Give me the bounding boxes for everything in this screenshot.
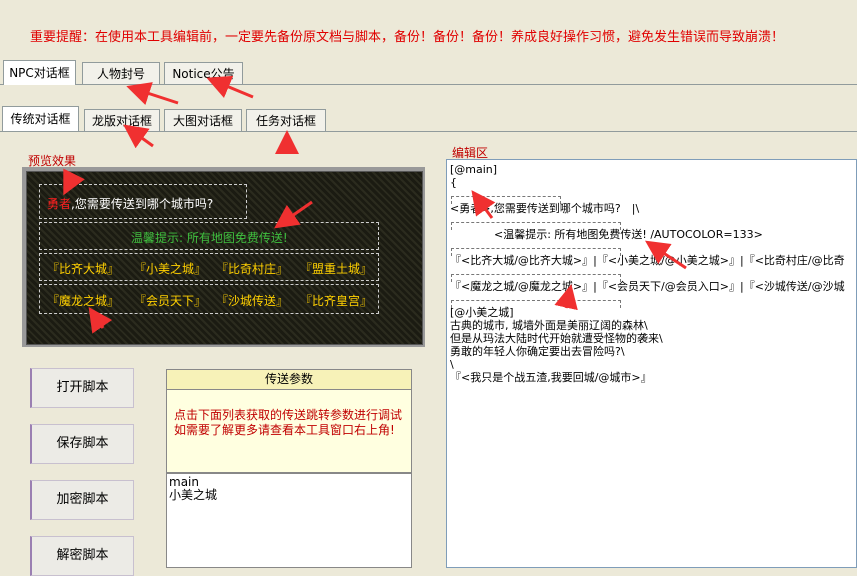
editor-line: 古典的城市, 城墙外面是美丽辽阔的森林\ <box>450 319 648 332</box>
editor-line: 『<比齐大城/@比齐大城>』|『<小美之城/@小美之城>』|『<比奇村庄/@比奇 <box>450 254 845 267</box>
editor-line: \ <box>450 358 454 371</box>
arrow <box>126 82 179 105</box>
editor-line: [@main] <box>450 163 498 176</box>
editor-line: <温馨提示: 所有地图免费传送! /AUTOCOLOR=133> <box>450 228 763 241</box>
preview-city-button[interactable]: 『比齐大城』 <box>47 260 119 277</box>
preview-city-button[interactable]: 『魔龙之城』 <box>47 292 119 309</box>
teleport-params-hint: 点击下面列表获取的传送跳转参数进行调试 如需要了解更多请查看本工具窗口右上角! <box>174 408 475 437</box>
encrypt-script-button[interactable]: 加密脚本 <box>30 480 134 520</box>
editor-line: <勇者>,您需要传送到哪个城市吗? |\ <box>450 202 640 215</box>
tab-quest-dialog[interactable]: 任务对话框 <box>246 109 326 131</box>
teleport-params-panel: 传送参数 点击下面列表获取的传送跳转参数进行调试 如需要了解更多请查看本工具窗口… <box>166 369 475 473</box>
list-item[interactable]: 小美之城 <box>169 489 217 502</box>
editor-line: 『<我只是个战五渣,我要回城/@城市>』 <box>450 371 652 384</box>
editor-line: 『<魔龙之城/@魔龙之城>』|『<会员天下/@会员入口>』|『<沙城传送/@沙城 <box>450 280 845 293</box>
preview-city-button[interactable]: 『小美之城』 <box>134 260 206 277</box>
tab-dragon-dialog[interactable]: 龙版对话框 <box>84 109 160 131</box>
warning-banner: 重要提醒：在使用本工具编辑前，一定要先备份原文档与脚本，备份！备份！备份！养成良… <box>30 30 785 45</box>
save-script-button[interactable]: 保存脚本 <box>30 424 134 464</box>
preview-panel: 勇者,您需要传送到哪个城市吗? 温馨提示: 所有地图免费传送! 『比齐大城』 『… <box>26 171 423 345</box>
greeting-text: ,您需要传送到哪个城市吗? <box>71 197 214 211</box>
preview-city-button[interactable]: 『沙城传送』 <box>216 292 288 309</box>
editor-line: { <box>450 176 457 189</box>
tab-classic-dialog[interactable]: 传统对话框 <box>2 106 79 131</box>
preview-city-button[interactable]: 『会员天下』 <box>134 292 206 309</box>
open-script-button[interactable]: 打开脚本 <box>30 368 134 408</box>
editor-line: [@小美之城] <box>450 306 514 319</box>
preview-city-button[interactable]: 『比齐皇宫』 <box>300 292 372 309</box>
tab-npc-dialog[interactable]: NPC对话框 <box>3 60 76 85</box>
tab-character-title[interactable]: 人物封号 <box>82 62 160 84</box>
preview-hint: 温馨提示: 所有地图免费传送! <box>131 231 288 245</box>
teleport-params-title: 传送参数 <box>167 370 411 390</box>
teleport-params-list[interactable]: main 小美之城 <box>166 473 412 568</box>
greeting-line: 勇者,您需要传送到哪个城市吗? <box>47 195 213 212</box>
preview-city-button[interactable]: 『盟重土城』 <box>300 260 372 277</box>
script-editor[interactable]: [@main]{ <勇者>,您需要传送到哪个城市吗? |\ <温馨提示: 所有地图… <box>446 159 857 568</box>
editor-line: 勇敢的年轻人你确定要出去冒险吗?\ <box>450 345 625 358</box>
tab-notice[interactable]: Notice公告 <box>164 62 243 84</box>
decrypt-script-button[interactable]: 解密脚本 <box>30 536 134 576</box>
greeting-name: 勇者 <box>47 197 72 211</box>
preview-city-button[interactable]: 『比奇村庄』 <box>216 260 288 277</box>
editor-line: 但是从玛法大陆时代开始就遭受怪物的袭来\ <box>450 332 663 345</box>
tab-large-image-dialog[interactable]: 大图对话框 <box>164 109 242 131</box>
